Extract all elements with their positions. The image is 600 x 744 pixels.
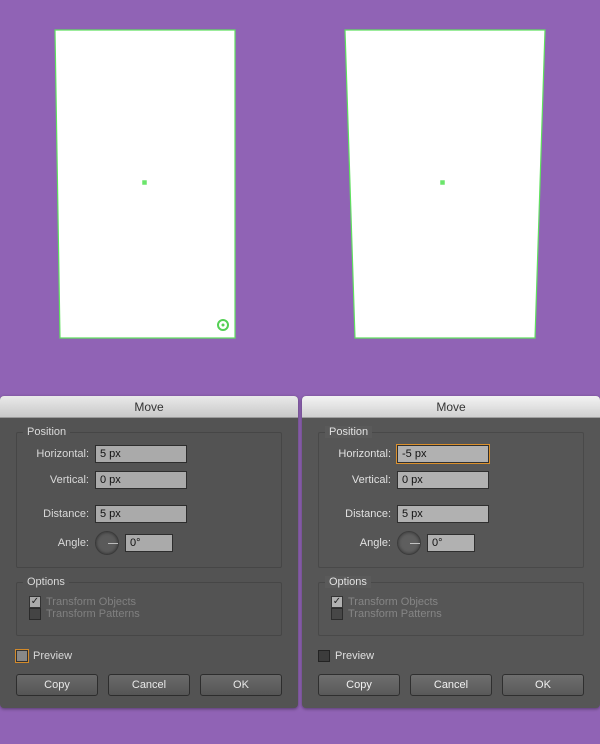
angle-input[interactable] xyxy=(125,534,173,552)
vertical-label: Vertical: xyxy=(331,474,397,486)
position-group: Position Horizontal: Vertical: Distance:… xyxy=(16,432,282,568)
horizontal-label: Horizontal: xyxy=(331,448,397,460)
position-group: Position Horizontal: Vertical: Distance:… xyxy=(318,432,584,568)
cancel-button[interactable]: Cancel xyxy=(108,674,190,696)
horizontal-input[interactable] xyxy=(397,445,489,463)
vertical-input[interactable] xyxy=(397,471,489,489)
cancel-button[interactable]: Cancel xyxy=(410,674,492,696)
transform-patterns-checkbox[interactable] xyxy=(331,608,343,620)
copy-button[interactable]: Copy xyxy=(16,674,98,696)
vertical-label: Vertical: xyxy=(29,474,95,486)
distance-input[interactable] xyxy=(95,505,187,523)
options-group-label: Options xyxy=(23,576,69,588)
transform-patterns-label: Transform Patterns xyxy=(348,608,442,620)
copy-button[interactable]: Copy xyxy=(318,674,400,696)
left-shape-center xyxy=(142,180,147,185)
move-dialog-left: Move Position Horizontal: Vertical: Dist… xyxy=(0,396,298,708)
transform-objects-checkbox[interactable]: ✓ xyxy=(331,596,343,608)
position-group-label: Position xyxy=(325,426,372,438)
right-shape-center xyxy=(440,180,445,185)
transform-patterns-checkbox[interactable] xyxy=(29,608,41,620)
horizontal-input[interactable] xyxy=(95,445,187,463)
vertical-input[interactable] xyxy=(95,471,187,489)
canvas-area xyxy=(0,0,600,396)
angle-label: Angle: xyxy=(331,537,397,549)
angle-label: Angle: xyxy=(29,537,95,549)
position-group-label: Position xyxy=(23,426,70,438)
options-group-label: Options xyxy=(325,576,371,588)
options-group: Options ✓ Transform Objects Transform Pa… xyxy=(318,582,584,636)
ok-button[interactable]: OK xyxy=(200,674,282,696)
left-shape-anchor-dot xyxy=(222,324,225,327)
distance-label: Distance: xyxy=(29,508,95,520)
distance-label: Distance: xyxy=(331,508,397,520)
transform-objects-checkbox[interactable]: ✓ xyxy=(29,596,41,608)
preview-label: Preview xyxy=(335,650,374,662)
options-group: Options ✓ Transform Objects Transform Pa… xyxy=(16,582,282,636)
angle-knob[interactable] xyxy=(397,531,421,555)
dialogs-row: Move Position Horizontal: Vertical: Dist… xyxy=(0,396,600,708)
transform-patterns-label: Transform Patterns xyxy=(46,608,140,620)
transform-objects-label: Transform Objects xyxy=(46,596,136,608)
dialog-title: Move xyxy=(302,396,600,418)
angle-knob[interactable] xyxy=(95,531,119,555)
preview-label: Preview xyxy=(33,650,72,662)
distance-input[interactable] xyxy=(397,505,489,523)
move-dialog-right: Move Position Horizontal: Vertical: Dist… xyxy=(302,396,600,708)
transform-objects-label: Transform Objects xyxy=(348,596,438,608)
horizontal-label: Horizontal: xyxy=(29,448,95,460)
preview-checkbox[interactable] xyxy=(318,650,330,662)
ok-button[interactable]: OK xyxy=(502,674,584,696)
preview-checkbox[interactable] xyxy=(16,650,28,662)
dialog-title: Move xyxy=(0,396,298,418)
angle-input[interactable] xyxy=(427,534,475,552)
